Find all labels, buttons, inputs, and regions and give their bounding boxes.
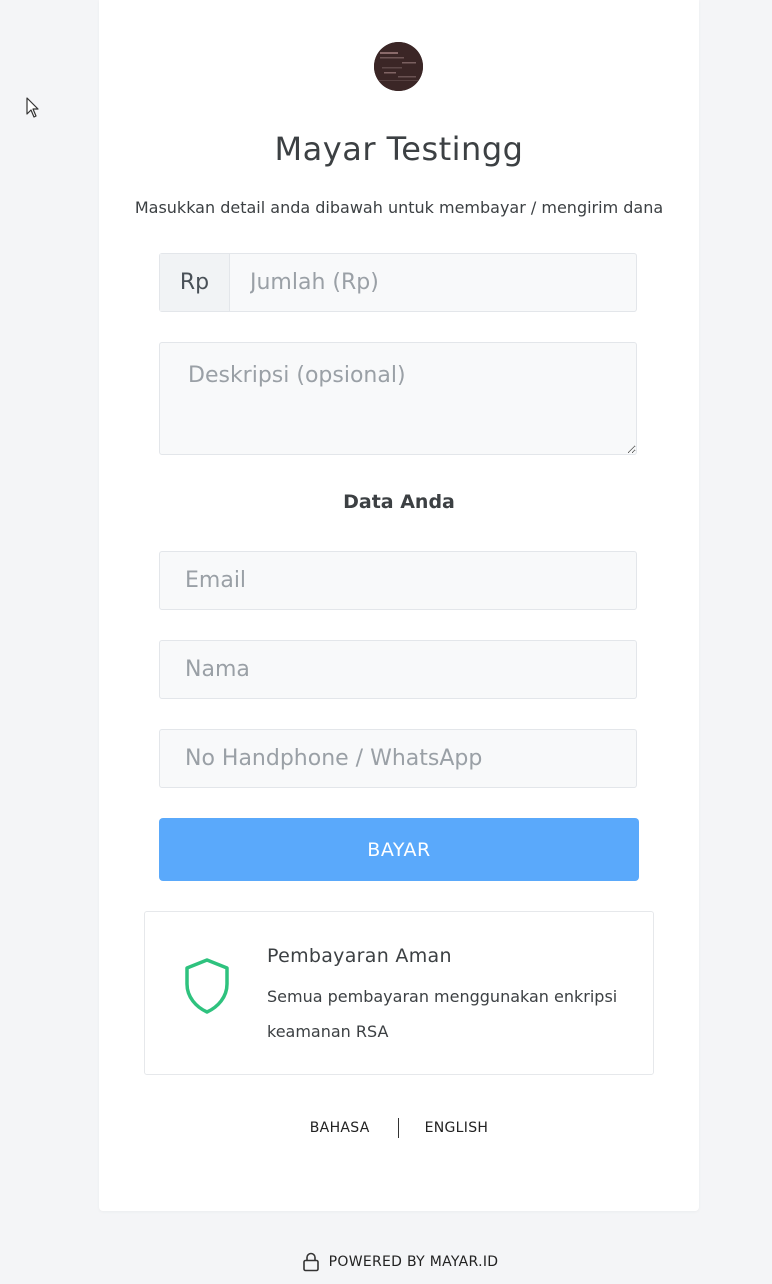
section-title: Data Anda xyxy=(343,491,455,513)
email-field-wrapper xyxy=(159,551,637,610)
name-field-wrapper xyxy=(159,640,637,699)
merchant-avatar xyxy=(374,42,423,91)
phone-field-wrapper xyxy=(159,729,637,788)
phone-input[interactable] xyxy=(160,730,636,787)
secure-payment-box: Pembayaran Aman Semua pembayaran menggun… xyxy=(144,911,654,1075)
secure-payment-title: Pembayaran Aman xyxy=(267,945,452,967)
currency-prefix: Rp xyxy=(160,254,230,311)
shield-icon xyxy=(185,958,229,1014)
lock-icon xyxy=(302,1252,319,1272)
name-input[interactable] xyxy=(160,641,636,698)
language-switcher: BAHASA ENGLISH xyxy=(99,1118,699,1138)
amount-input-group: Rp xyxy=(159,253,637,312)
secure-payment-text: Semua pembayaran menggunakan enkripsi ke… xyxy=(267,987,618,1041)
description-textarea[interactable] xyxy=(160,343,636,454)
email-input[interactable] xyxy=(160,552,636,609)
language-option-english[interactable]: ENGLISH xyxy=(425,1120,489,1136)
language-label: BAHASA xyxy=(309,1120,370,1136)
description-field-wrapper xyxy=(159,342,637,455)
mouse-cursor-icon xyxy=(26,97,39,118)
pay-button[interactable]: BAYAR xyxy=(159,818,639,881)
powered-by-footer: POWERED BY MAYAR.ID xyxy=(0,1252,772,1272)
amount-input[interactable] xyxy=(230,254,636,311)
powered-by-text[interactable]: POWERED BY MAYAR.ID xyxy=(329,1254,499,1270)
page-subtitle: Masukkan detail anda dibawah untuk memba… xyxy=(134,198,664,217)
merchant-name: Mayar Testingg xyxy=(274,130,524,168)
language-divider xyxy=(397,1118,399,1138)
